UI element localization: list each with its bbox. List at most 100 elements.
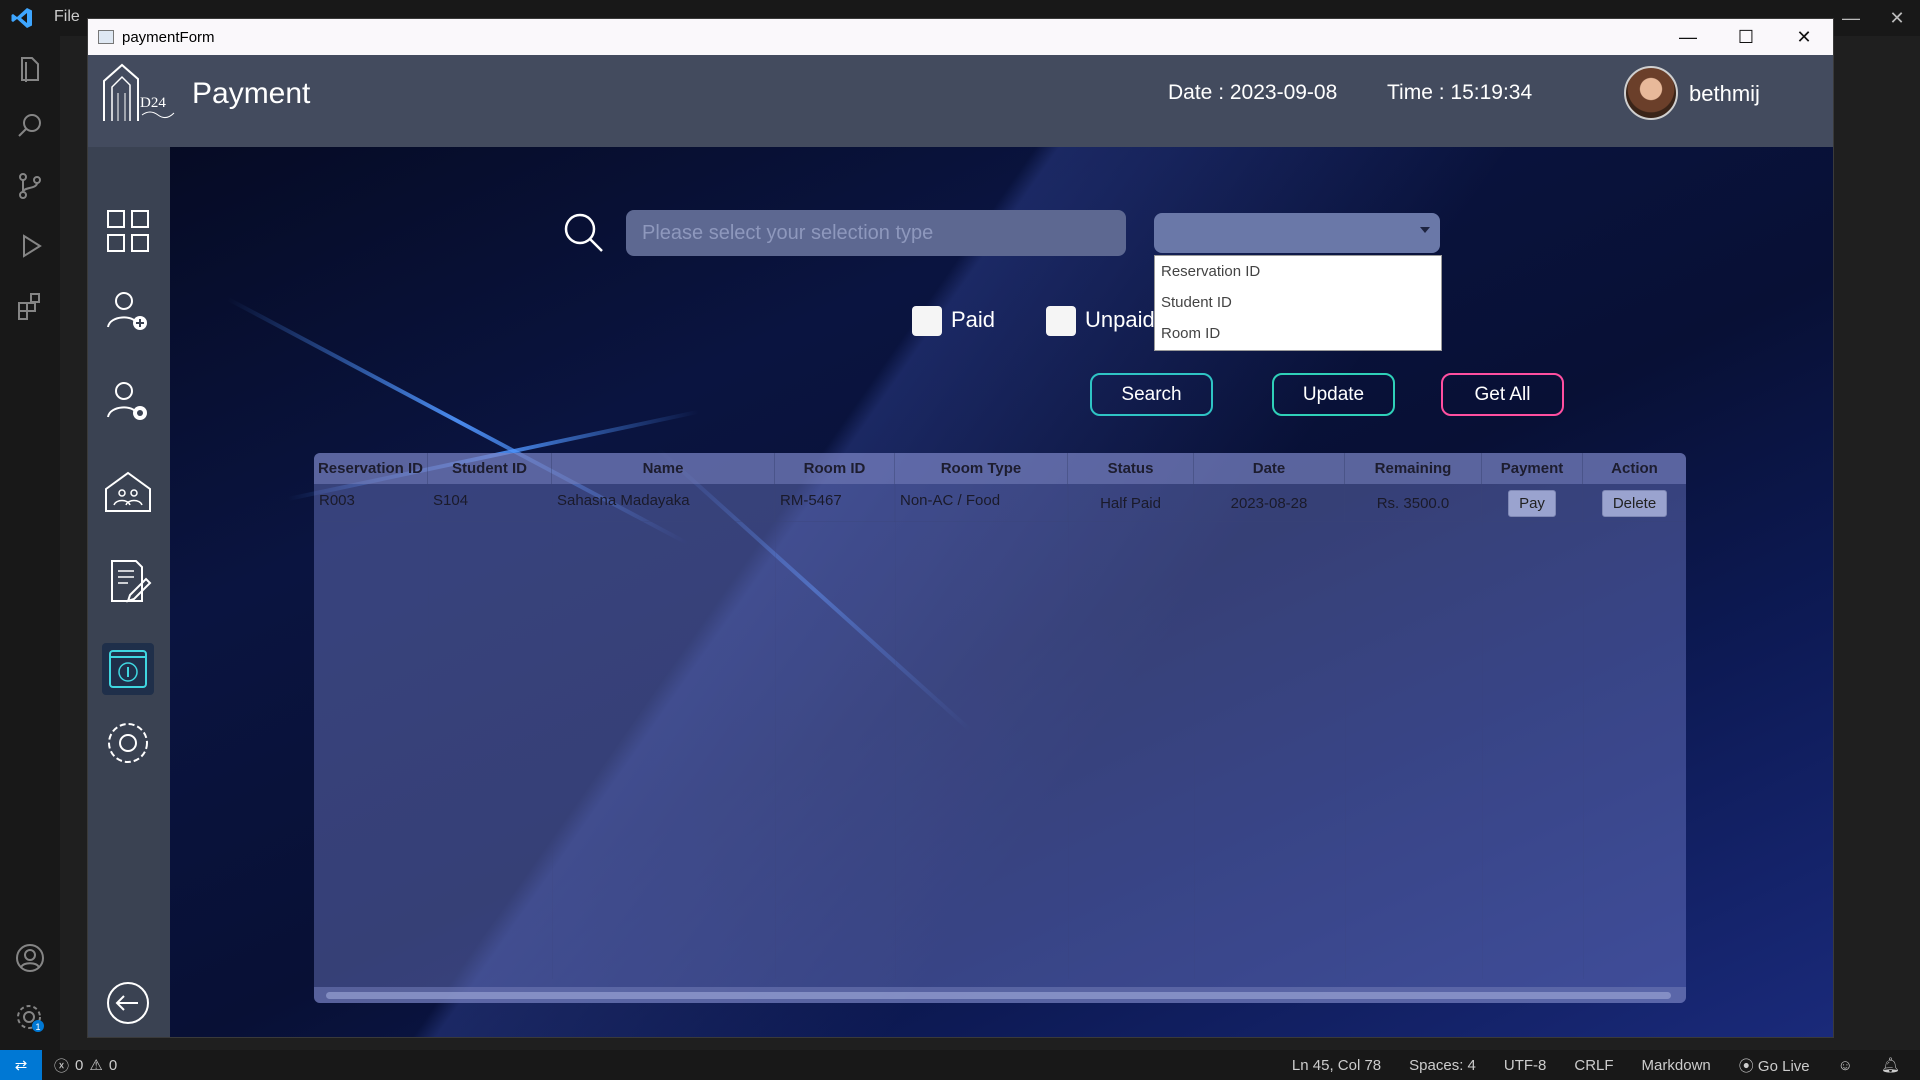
error-icon: ⓧ [54, 1057, 70, 1075]
table-header: Reservation ID Student ID Name Room ID R… [314, 453, 1686, 484]
column-header[interactable]: Student ID [428, 453, 552, 484]
broadcast-icon: ⦿ [1738, 1057, 1758, 1075]
paid-label: Paid [951, 307, 996, 332]
vscode-statusbar: ⇄ ⓧ 0 ⚠ 0 Ln 45, Col 78 Spaces: 4 UTF-8 … [0, 1050, 1920, 1080]
chevron-down-icon [1420, 227, 1430, 233]
window-title: paymentForm [122, 28, 215, 46]
cell-status: Half Paid [1068, 484, 1194, 522]
dropdown-option-reservation-id[interactable]: Reservation ID [1155, 256, 1441, 287]
cell-student-id: S104 [428, 484, 552, 522]
source-control-icon[interactable] [14, 170, 46, 202]
column-header[interactable]: Date [1194, 453, 1345, 484]
app-header: D24 Payment Date : 2023-09-08 Time : 15:… [88, 55, 1833, 147]
go-live[interactable]: ⦿ Go Live [1739, 1055, 1810, 1076]
language-mode[interactable]: Markdown [1642, 1057, 1711, 1074]
grid-line [428, 484, 429, 979]
window-maximize-icon[interactable]: ☐ [1717, 19, 1775, 55]
dropdown-option-student-id[interactable]: Student ID [1155, 287, 1441, 318]
user-name: bethmij [1689, 81, 1760, 106]
column-header[interactable]: Reservation ID [314, 453, 428, 484]
nav-reservation-icon[interactable] [102, 555, 154, 607]
column-header[interactable]: Payment [1482, 453, 1583, 484]
nav-manage-student-icon[interactable] [102, 375, 154, 427]
dropdown-option-room-id[interactable]: Room ID [1155, 318, 1441, 349]
pay-button[interactable]: Pay [1508, 489, 1556, 517]
app-window-icon [98, 30, 114, 44]
get-all-button[interactable]: Get All [1441, 373, 1564, 416]
horizontal-scrollbar[interactable] [314, 987, 1686, 1003]
remote-icon[interactable]: ⇄ [0, 1050, 42, 1080]
cell-name: Sahasna Madayaka [552, 484, 775, 522]
minimize-icon[interactable]: — [1828, 8, 1874, 29]
cell-action: Delete [1583, 484, 1686, 522]
window-titlebar: paymentForm — ☐ ✕ [88, 19, 1833, 55]
column-header[interactable]: Remaining [1345, 453, 1482, 484]
nav-dashboard-icon[interactable] [102, 205, 154, 257]
nav-rooms-icon[interactable] [102, 465, 154, 517]
svg-text:D24: D24 [140, 95, 166, 111]
vscode-activity-bar: 1 [0, 36, 60, 1050]
search-button[interactable]: Search [1090, 373, 1213, 416]
column-header[interactable]: Room ID [775, 453, 895, 484]
grid-line [1345, 484, 1346, 979]
vscode-window-controls: — ✕ [1828, 0, 1920, 36]
nav-payment-icon[interactable] [102, 643, 154, 695]
time-display: Time : 15:19:34 [1387, 81, 1533, 104]
grid-line [1482, 484, 1483, 979]
warning-icon: ⚠ [89, 1057, 103, 1074]
manage-gear-icon[interactable]: 1 [14, 1002, 46, 1034]
feedback-icon[interactable]: ☺ [1838, 1057, 1853, 1074]
run-debug-icon[interactable] [14, 230, 46, 262]
cell-remaining: Rs. 3500.0 [1345, 484, 1482, 522]
cursor-position[interactable]: Ln 45, Col 78 [1292, 1057, 1381, 1074]
vscode-editor-edge [1835, 36, 1920, 1050]
paid-checkbox[interactable] [912, 306, 942, 336]
grid-line [552, 484, 553, 979]
search-type-dropdown: Reservation ID Student ID Room ID [1154, 255, 1442, 351]
unpaid-checkbox[interactable] [1046, 306, 1076, 336]
window-minimize-icon[interactable]: — [1659, 19, 1717, 55]
scrollbar-thumb[interactable] [326, 992, 1671, 999]
settings-badge: 1 [35, 1022, 40, 1032]
grid-line [895, 484, 896, 979]
grid-line [1068, 484, 1069, 979]
account-icon[interactable] [14, 942, 46, 974]
line-ending[interactable]: CRLF [1574, 1057, 1613, 1074]
close-icon[interactable]: ✕ [1874, 8, 1920, 29]
column-header[interactable]: Status [1068, 453, 1194, 484]
extensions-icon[interactable] [14, 290, 46, 322]
user-avatar[interactable] [1624, 66, 1678, 120]
cell-payment: Pay [1482, 484, 1583, 522]
cell-date: 2023-08-28 [1194, 484, 1345, 522]
search-icon[interactable] [14, 110, 46, 142]
grid-line [1194, 484, 1195, 979]
search-icon[interactable] [562, 211, 606, 255]
window-close-icon[interactable]: ✕ [1775, 19, 1833, 55]
table-row[interactable]: R003 S104 Sahasna Madayaka RM-5467 Non-A… [314, 484, 1686, 522]
cell-room-id: RM-5467 [775, 484, 895, 522]
notifications-bell-icon[interactable]: 🔔︎ [1881, 1056, 1900, 1074]
indentation[interactable]: Spaces: 4 [1409, 1057, 1476, 1074]
nav-settings-gear-icon[interactable] [102, 717, 154, 769]
vscode-menu: File [54, 8, 80, 26]
page-title: Payment [192, 77, 311, 110]
delete-button[interactable]: Delete [1601, 489, 1668, 517]
problems-indicator[interactable]: ⓧ 0 ⚠ 0 [54, 1055, 117, 1076]
nav-add-student-icon[interactable] [102, 285, 154, 337]
search-type-select[interactable] [1154, 213, 1440, 253]
explorer-icon[interactable] [14, 54, 46, 86]
column-header[interactable]: Name [552, 453, 775, 484]
payments-table: Reservation ID Student ID Name Room ID R… [314, 453, 1686, 1003]
hostel-logo-icon: D24 [103, 63, 175, 121]
cell-room-type: Non-AC / Food [895, 484, 1068, 522]
update-button[interactable]: Update [1272, 373, 1395, 416]
search-input[interactable] [626, 210, 1126, 256]
payment-form-window: paymentForm — ☐ ✕ D24 Payment Date : 202… [87, 18, 1834, 1038]
error-count: 0 [75, 1056, 84, 1074]
nav-logout-icon[interactable] [102, 977, 154, 1029]
menu-file[interactable]: File [54, 8, 80, 26]
column-header[interactable]: Action [1583, 453, 1686, 484]
warning-count: 0 [108, 1056, 118, 1074]
column-header[interactable]: Room Type [895, 453, 1068, 484]
encoding[interactable]: UTF-8 [1504, 1057, 1547, 1074]
